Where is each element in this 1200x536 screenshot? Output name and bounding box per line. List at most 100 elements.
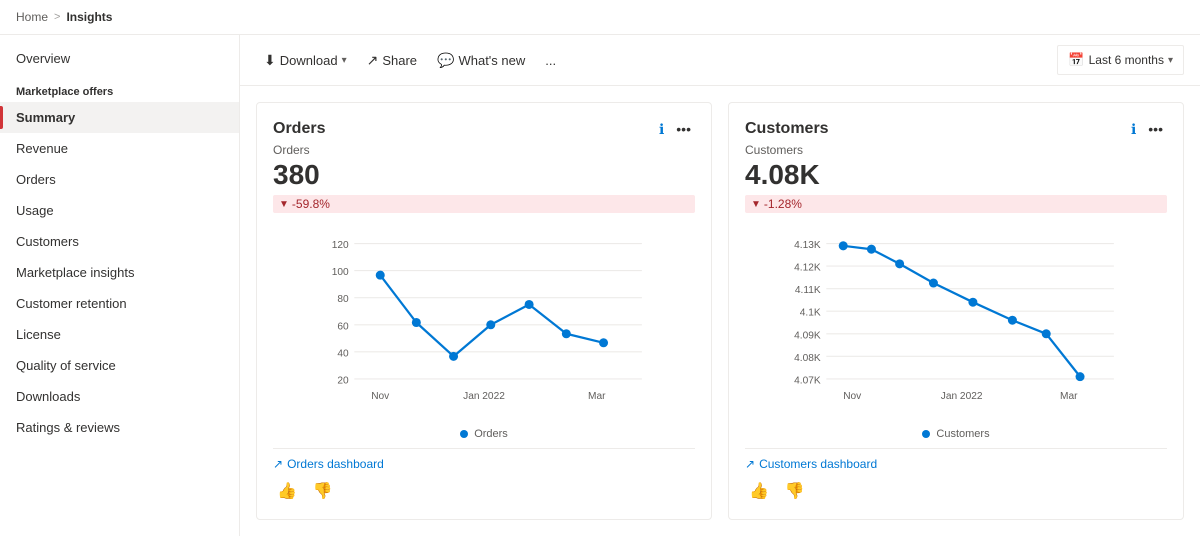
customers-header-actions: ℹ ••• bbox=[1131, 119, 1167, 139]
whats-new-label: What's new bbox=[458, 53, 525, 68]
orders-legend-label: Orders bbox=[474, 428, 508, 440]
svg-text:Nov: Nov bbox=[371, 391, 390, 402]
customers-dashboard-link-icon: ↗ bbox=[745, 457, 755, 471]
orders-metric-label: Orders bbox=[273, 143, 695, 157]
svg-text:Jan 2022: Jan 2022 bbox=[941, 391, 983, 402]
orders-chart-legend: Orders bbox=[273, 428, 695, 440]
orders-thumbs-down[interactable]: 👎 bbox=[309, 479, 337, 503]
customers-info-icon[interactable]: ℹ bbox=[1131, 121, 1136, 138]
whats-new-button[interactable]: 💬 What's new bbox=[429, 46, 533, 75]
svg-text:40: 40 bbox=[337, 348, 349, 359]
svg-text:4.12K: 4.12K bbox=[794, 263, 821, 274]
orders-thumbs-up[interactable]: 👍 bbox=[273, 479, 301, 503]
share-button[interactable]: ↗ Share bbox=[359, 46, 425, 75]
customers-feedback: 👍 👎 bbox=[745, 471, 1167, 503]
orders-dashboard-link-text: Orders dashboard bbox=[287, 457, 384, 471]
whats-new-icon: 💬 bbox=[437, 52, 454, 69]
content-area: ⬇ Download ▾ ↗ Share 💬 What's new ... 📅 … bbox=[240, 35, 1200, 536]
calendar-icon: 📅 bbox=[1068, 52, 1084, 68]
sidebar-item-downloads[interactable]: Downloads bbox=[0, 381, 239, 412]
sidebar-item-usage[interactable]: Usage bbox=[0, 195, 239, 226]
orders-info-icon[interactable]: ℹ bbox=[659, 121, 664, 138]
more-label: ... bbox=[545, 53, 556, 68]
orders-more-icon[interactable]: ••• bbox=[672, 119, 695, 139]
customers-legend-dot bbox=[922, 430, 930, 438]
customers-change-value: -1.28% bbox=[764, 197, 802, 211]
customers-chart: 4.13K 4.12K 4.11K 4.1K 4.09K 4.08K 4.07K… bbox=[745, 221, 1167, 424]
customers-metric-value: 4.08K bbox=[745, 159, 1167, 191]
customers-card-title: Customers bbox=[745, 120, 829, 138]
sidebar-item-customer-retention[interactable]: Customer retention bbox=[0, 288, 239, 319]
customers-card-footer: ↗ Customers dashboard 👍 👎 bbox=[745, 448, 1167, 503]
orders-chart: 120 100 80 60 40 20 Nov Jan 2022 Mar bbox=[273, 221, 695, 424]
svg-text:120: 120 bbox=[332, 240, 349, 251]
toolbar: ⬇ Download ▾ ↗ Share 💬 What's new ... 📅 … bbox=[240, 35, 1200, 86]
breadcrumb-home[interactable]: Home bbox=[16, 10, 48, 24]
sidebar-section-label: Marketplace offers bbox=[0, 74, 239, 102]
period-chevron: ▾ bbox=[1168, 55, 1173, 66]
customers-legend-label: Customers bbox=[936, 428, 989, 440]
orders-legend-dot bbox=[460, 430, 468, 438]
share-label: Share bbox=[382, 53, 417, 68]
orders-feedback: 👍 👎 bbox=[273, 471, 695, 503]
download-chevron: ▾ bbox=[342, 55, 347, 66]
customers-card: Customers ℹ ••• Customers 4.08K ▼ -1.28% bbox=[728, 102, 1184, 520]
svg-text:Nov: Nov bbox=[843, 391, 862, 402]
customers-card-header: Customers ℹ ••• bbox=[745, 119, 1167, 139]
svg-text:4.09K: 4.09K bbox=[794, 330, 821, 341]
svg-text:60: 60 bbox=[337, 321, 349, 332]
sidebar-item-ratings-reviews[interactable]: Ratings & reviews bbox=[0, 412, 239, 443]
sidebar-items-container: SummaryRevenueOrdersUsageCustomersMarket… bbox=[0, 102, 239, 443]
period-selector[interactable]: 📅 Last 6 months ▾ bbox=[1057, 45, 1184, 75]
breadcrumb-separator: > bbox=[54, 11, 60, 23]
download-label: Download bbox=[280, 53, 338, 68]
sidebar-item-overview[interactable]: Overview bbox=[0, 43, 239, 74]
orders-card-footer: ↗ Orders dashboard 👍 👎 bbox=[273, 448, 695, 503]
sidebar-item-license[interactable]: License bbox=[0, 319, 239, 350]
svg-text:Jan 2022: Jan 2022 bbox=[463, 391, 505, 402]
svg-text:80: 80 bbox=[337, 294, 349, 305]
svg-text:Mar: Mar bbox=[588, 391, 606, 402]
sidebar-item-quality-of-service[interactable]: Quality of service bbox=[0, 350, 239, 381]
sidebar-item-revenue[interactable]: Revenue bbox=[0, 133, 239, 164]
svg-text:4.08K: 4.08K bbox=[794, 353, 821, 364]
orders-change-arrow: ▼ bbox=[279, 199, 289, 210]
orders-metric-value: 380 bbox=[273, 159, 695, 191]
customers-dashboard-link[interactable]: ↗ Customers dashboard bbox=[745, 457, 1167, 471]
sidebar: Overview Marketplace offers SummaryReven… bbox=[0, 35, 240, 536]
orders-card: Orders ℹ ••• Orders 380 ▼ -59.8% bbox=[256, 102, 712, 520]
orders-metric-change: ▼ -59.8% bbox=[273, 195, 695, 213]
sidebar-item-summary[interactable]: Summary bbox=[0, 102, 239, 133]
orders-header-actions: ℹ ••• bbox=[659, 119, 695, 139]
orders-dashboard-link-icon: ↗ bbox=[273, 457, 283, 471]
more-button[interactable]: ... bbox=[537, 47, 564, 74]
svg-text:4.07K: 4.07K bbox=[794, 375, 821, 386]
cards-area: Orders ℹ ••• Orders 380 ▼ -59.8% bbox=[240, 86, 1200, 536]
customers-more-icon[interactable]: ••• bbox=[1144, 119, 1167, 139]
share-icon: ↗ bbox=[367, 52, 379, 69]
customers-chart-legend: Customers bbox=[745, 428, 1167, 440]
breadcrumb-current: Insights bbox=[66, 10, 112, 24]
download-button[interactable]: ⬇ Download ▾ bbox=[256, 46, 355, 75]
period-label: Last 6 months bbox=[1089, 53, 1164, 67]
sidebar-item-marketplace-insights[interactable]: Marketplace insights bbox=[0, 257, 239, 288]
svg-text:100: 100 bbox=[332, 267, 349, 278]
customers-chart-svg: 4.13K 4.12K 4.11K 4.1K 4.09K 4.08K 4.07K… bbox=[745, 221, 1167, 424]
svg-text:4.1K: 4.1K bbox=[800, 308, 821, 319]
orders-card-header: Orders ℹ ••• bbox=[273, 119, 695, 139]
customers-metric-change: ▼ -1.28% bbox=[745, 195, 1167, 213]
customers-thumbs-down[interactable]: 👎 bbox=[781, 479, 809, 503]
svg-text:4.13K: 4.13K bbox=[794, 240, 821, 251]
orders-chart-svg: 120 100 80 60 40 20 Nov Jan 2022 Mar bbox=[273, 221, 695, 424]
svg-text:4.11K: 4.11K bbox=[795, 285, 821, 296]
customers-thumbs-up[interactable]: 👍 bbox=[745, 479, 773, 503]
sidebar-item-orders[interactable]: Orders bbox=[0, 164, 239, 195]
breadcrumb: Home > Insights bbox=[0, 0, 1200, 35]
customers-change-arrow: ▼ bbox=[751, 199, 761, 210]
svg-text:Mar: Mar bbox=[1060, 391, 1078, 402]
orders-dashboard-link[interactable]: ↗ Orders dashboard bbox=[273, 457, 695, 471]
svg-text:20: 20 bbox=[337, 375, 349, 386]
orders-change-value: -59.8% bbox=[292, 197, 330, 211]
customers-dashboard-link-text: Customers dashboard bbox=[759, 457, 877, 471]
sidebar-item-customers[interactable]: Customers bbox=[0, 226, 239, 257]
